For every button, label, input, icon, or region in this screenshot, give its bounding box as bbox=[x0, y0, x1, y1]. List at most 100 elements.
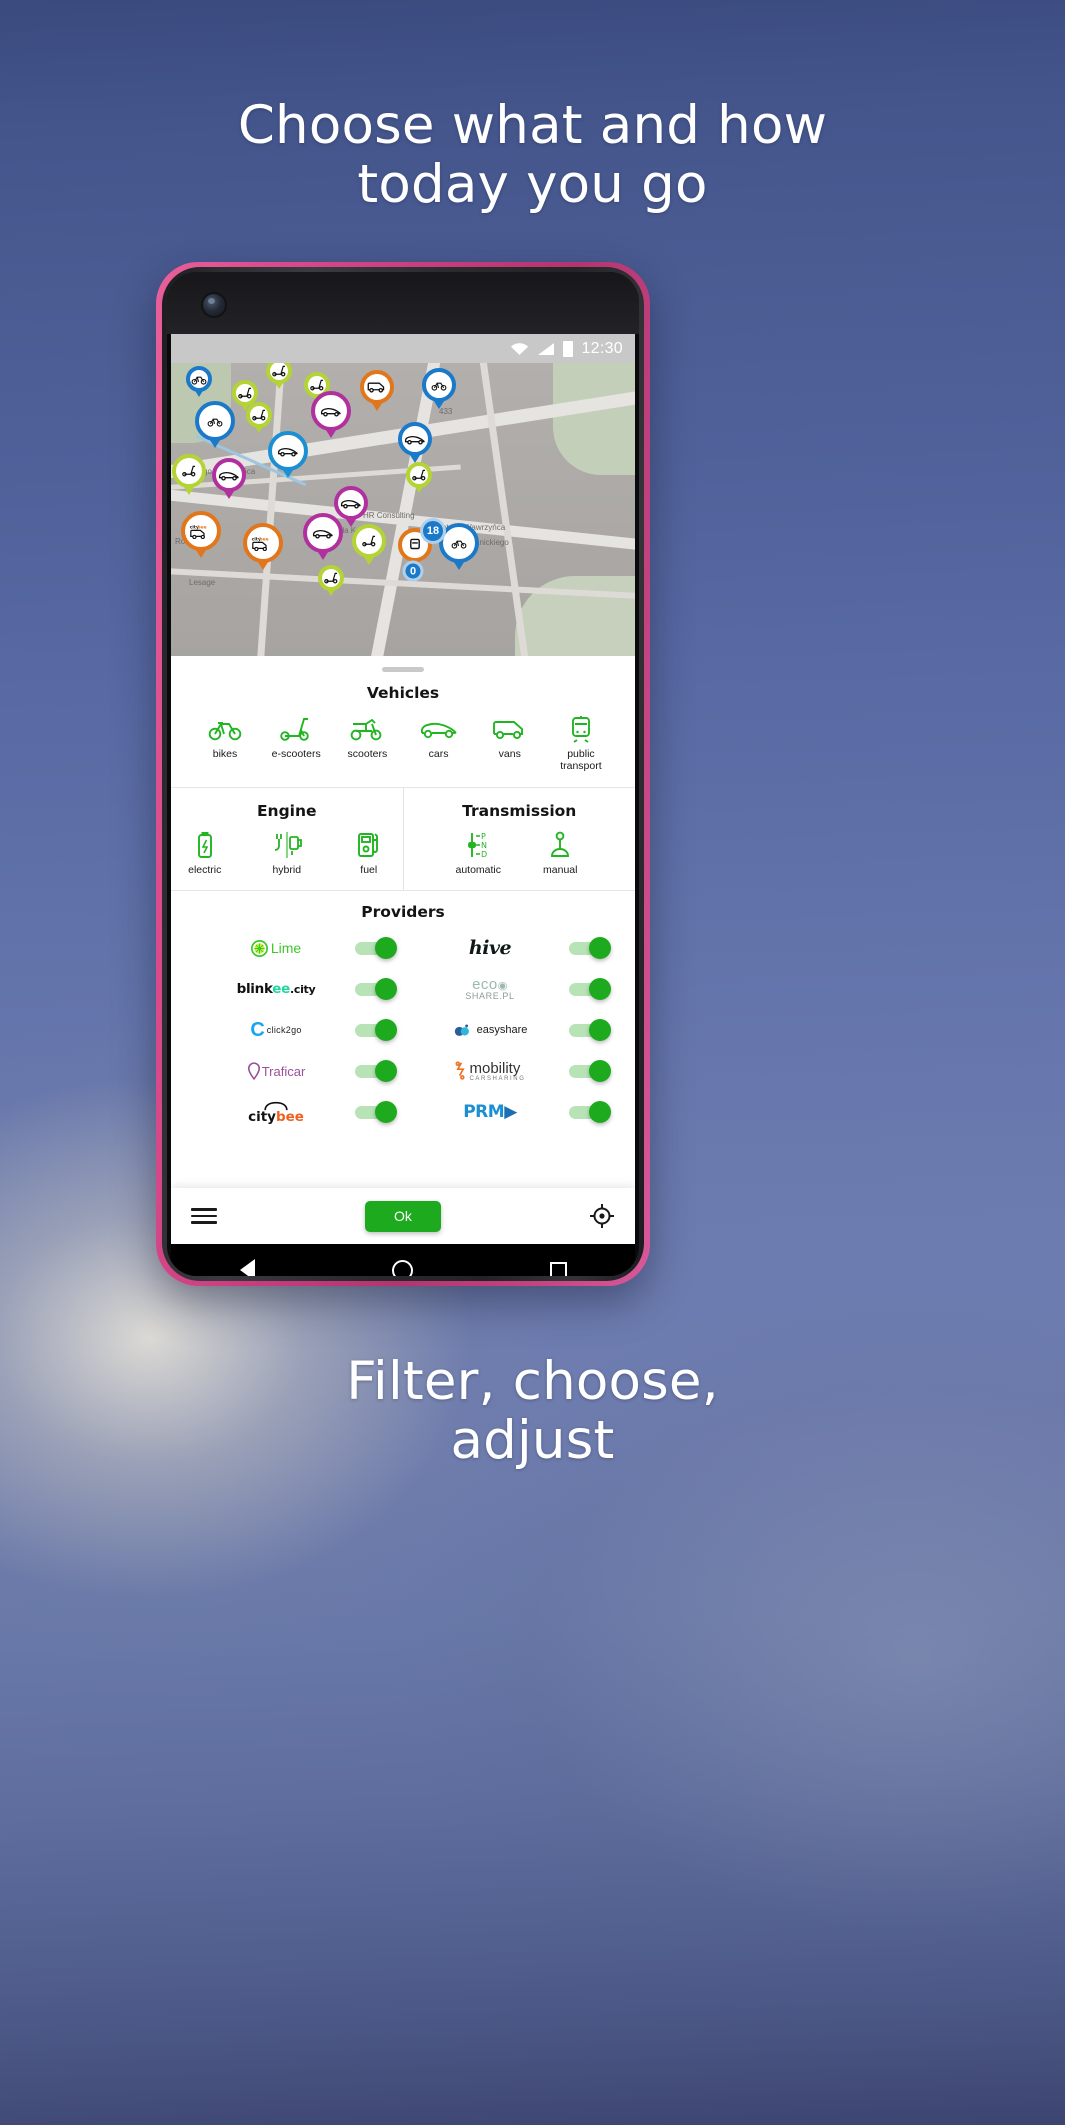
vehicle-option-vans[interactable]: vans bbox=[478, 713, 542, 761]
transmission-section-title: Transmission bbox=[462, 801, 577, 820]
providers-section: Providers Lime hive blinkee.city eco◉ SHARE.… bbox=[171, 903, 635, 1125]
provider-toggle[interactable] bbox=[569, 937, 611, 960]
filter-bottom-sheet: Vehicles bikes e-scooters scooters cars … bbox=[171, 656, 635, 1244]
map-label: Lesage bbox=[189, 578, 216, 587]
headline-top: Choose what and how today you go bbox=[0, 96, 1065, 215]
drag-handle[interactable] bbox=[382, 667, 424, 672]
status-time: 12:30 bbox=[581, 339, 623, 357]
gear-selector-icon: P N D bbox=[463, 829, 493, 861]
transmission-options: P N D automatic manual bbox=[404, 829, 636, 877]
vehicle-label: public transport bbox=[560, 748, 602, 772]
section-divider bbox=[171, 890, 635, 892]
vehicle-option-bikes[interactable]: bikes bbox=[193, 713, 257, 761]
provider-row[interactable]: easyshare bbox=[403, 1017, 617, 1043]
provider-toggle[interactable] bbox=[569, 1060, 611, 1083]
ok-button[interactable]: Ok bbox=[365, 1200, 441, 1232]
provider-row[interactable]: Traficar bbox=[189, 1058, 403, 1084]
pin-scooter[interactable] bbox=[318, 565, 344, 596]
hamburger-menu-icon[interactable] bbox=[191, 1204, 217, 1228]
provider-toggle[interactable] bbox=[569, 1019, 611, 1042]
battery-icon bbox=[196, 829, 214, 861]
pin-scooter[interactable] bbox=[266, 363, 292, 389]
vehicle-label: vans bbox=[498, 748, 521, 760]
vehicle-option-scooters[interactable]: scooters bbox=[335, 713, 399, 761]
battery-icon bbox=[563, 340, 574, 357]
vehicle-option-cars[interactable]: cars bbox=[407, 713, 471, 761]
pin-car[interactable] bbox=[268, 431, 308, 478]
provider-toggle[interactable] bbox=[569, 1101, 611, 1124]
pin-bike[interactable] bbox=[422, 368, 456, 409]
transmission-section: Transmission P N D automatic manual bbox=[404, 788, 636, 891]
provider-toggle[interactable] bbox=[355, 1019, 397, 1042]
app-screen: 12:30 HR ConsultingŚwiętego WawrzyńcaMic… bbox=[171, 334, 635, 1244]
phone-mockup: 12:30 HR ConsultingŚwiętego WawrzyńcaMic… bbox=[156, 262, 650, 1286]
engine-label: hybrid bbox=[272, 863, 302, 876]
phone-screen-area: 12:30 HR ConsultingŚwiętego WawrzyńcaMic… bbox=[167, 272, 639, 1276]
fuel-pump-icon bbox=[356, 829, 382, 861]
vehicles-section-title: Vehicles bbox=[366, 684, 440, 702]
provider-row[interactable]: citybee bbox=[189, 1099, 403, 1125]
pin-scooter[interactable] bbox=[352, 524, 386, 565]
transmission-option-automatic[interactable]: P N D automatic bbox=[446, 829, 510, 877]
vehicle-label: bikes bbox=[212, 748, 238, 760]
pin-scooter[interactable] bbox=[172, 454, 206, 495]
provider-toggle[interactable] bbox=[569, 978, 611, 1001]
pin-car[interactable] bbox=[212, 458, 246, 499]
tram-icon bbox=[569, 713, 593, 745]
svg-text:D: D bbox=[481, 850, 487, 859]
provider-toggle[interactable] bbox=[355, 978, 397, 1001]
signal-icon bbox=[538, 342, 555, 355]
svg-text:bee: bee bbox=[197, 525, 206, 531]
ecoshare-logo: eco◉ SHARE.PL bbox=[465, 976, 515, 1002]
provider-toggle[interactable] bbox=[355, 937, 397, 960]
gear-stick-icon bbox=[548, 829, 572, 861]
pin-van[interactable] bbox=[360, 370, 394, 411]
map-cluster[interactable]: 0 bbox=[402, 560, 424, 582]
pin-scooter[interactable] bbox=[246, 402, 272, 433]
provider-row[interactable]: Lime bbox=[189, 935, 403, 961]
provider-row[interactable]: mobility CARSHARING bbox=[403, 1058, 617, 1084]
pin-car[interactable] bbox=[303, 513, 343, 560]
pin-van[interactable]: city bee bbox=[181, 511, 221, 558]
svg-text:bee: bee bbox=[259, 537, 268, 543]
vehicle-option-e-scooters[interactable]: e-scooters bbox=[264, 713, 328, 761]
svg-text:P: P bbox=[481, 832, 486, 841]
map-label: HR Consulting bbox=[363, 511, 415, 520]
engine-section-title: Engine bbox=[256, 801, 317, 820]
pin-scooter[interactable] bbox=[406, 462, 432, 493]
engine-option-hybrid[interactable]: hybrid bbox=[255, 829, 319, 877]
car-icon bbox=[420, 713, 458, 745]
headline-top-line-2: today you go bbox=[357, 154, 708, 216]
home-icon[interactable] bbox=[391, 1259, 413, 1276]
locate-me-icon[interactable] bbox=[589, 1203, 615, 1229]
engine-option-fuel[interactable]: fuel bbox=[337, 829, 401, 877]
back-icon[interactable] bbox=[239, 1259, 255, 1276]
phone-top-bezel bbox=[167, 272, 639, 334]
engine-options: electric hybrid fuel bbox=[171, 829, 403, 877]
scooter-icon bbox=[350, 713, 384, 745]
engine-transmission-row: Engine electric hybrid fuel Transmission… bbox=[171, 787, 636, 891]
pin-bike[interactable] bbox=[195, 401, 235, 448]
headline-bottom-line-1: Filter, choose, bbox=[346, 1351, 719, 1412]
vehicle-option-public-transport[interactable]: public transport bbox=[549, 713, 613, 773]
map-view[interactable]: HR ConsultingŚwiętego WawrzyńcaMichała K… bbox=[171, 363, 635, 656]
pin-van[interactable]: city bee bbox=[243, 523, 283, 570]
engine-option-electric[interactable]: electric bbox=[173, 829, 237, 877]
vehicles-options: bikes e-scooters scooters cars vans publ… bbox=[171, 702, 635, 787]
provider-row[interactable]: hive bbox=[403, 935, 617, 961]
provider-toggle[interactable] bbox=[355, 1101, 397, 1124]
provider-toggle[interactable] bbox=[355, 1060, 397, 1083]
provider-row[interactable]: PRM▶ bbox=[403, 1099, 617, 1125]
recents-icon[interactable] bbox=[549, 1261, 567, 1276]
transmission-label: automatic bbox=[455, 863, 502, 876]
transmission-option-manual[interactable]: manual bbox=[528, 829, 592, 877]
pin-bike[interactable] bbox=[186, 366, 212, 397]
engine-section: Engine electric hybrid fuel bbox=[171, 787, 404, 891]
provider-row[interactable]: eco◉ SHARE.PL bbox=[403, 976, 617, 1002]
transmission-label: manual bbox=[543, 863, 578, 876]
provider-row[interactable]: Cclick2go bbox=[189, 1017, 403, 1043]
provider-row[interactable]: blinkee.city bbox=[189, 976, 403, 1002]
map-cluster[interactable]: 18 bbox=[420, 518, 446, 544]
pin-car[interactable] bbox=[311, 391, 351, 438]
pin-car[interactable] bbox=[398, 422, 432, 463]
